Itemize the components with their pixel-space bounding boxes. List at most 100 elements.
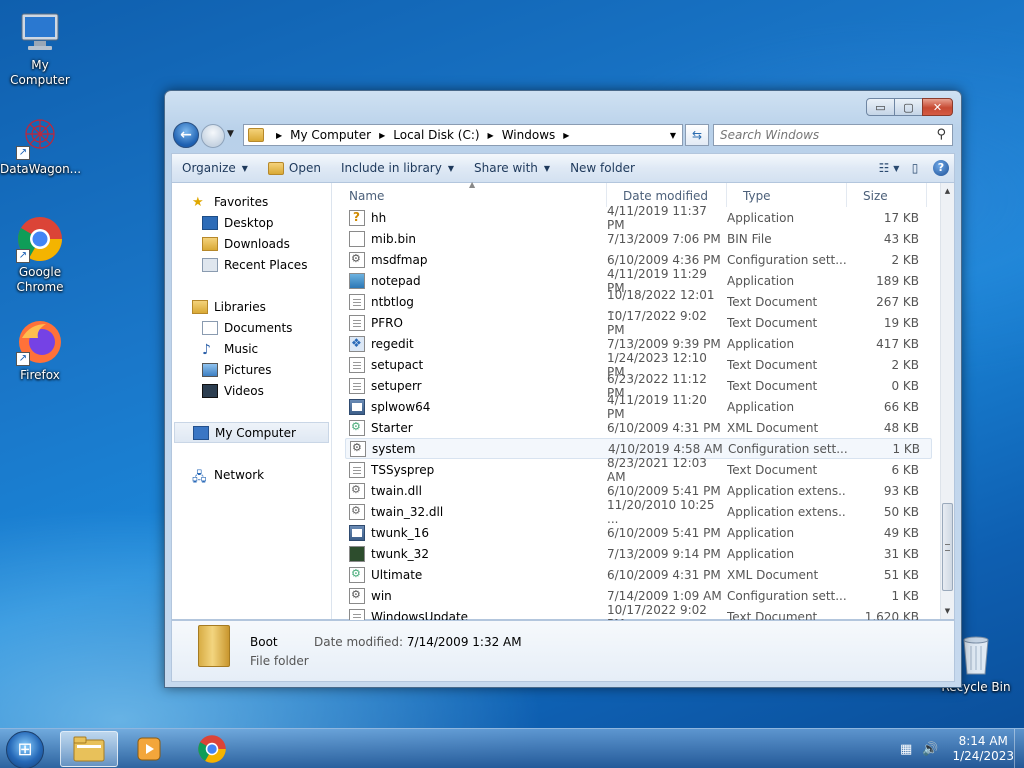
file-name-cell: notepad: [349, 272, 607, 289]
maximize-button[interactable]: ▢: [894, 98, 923, 116]
file-date: 4/10/2019 4:58 AM: [608, 441, 723, 456]
details-item-type: File folder: [250, 654, 309, 668]
file-row[interactable]: mib.bin 7/13/2009 7:06 PM BIN File 43 KB: [349, 228, 932, 249]
search-icon[interactable]: ⚲: [936, 127, 946, 142]
chrome-icon: ↗: [16, 215, 64, 263]
breadcrumb-local-disk[interactable]: Local Disk (C:): [393, 128, 479, 142]
desktop-icon-my-computer[interactable]: My Computer: [0, 8, 80, 88]
file-row[interactable]: Ultimate 6/10/2009 4:31 PM XML Document 51 …: [349, 564, 932, 585]
breadcrumb-windows[interactable]: Windows: [502, 128, 556, 142]
file-row[interactable]: TSSysprep 8/23/2021 12:03 AM Text Document…: [349, 456, 932, 484]
file-dll-icon: [349, 503, 365, 520]
desktop-icon-datawagon[interactable]: ↗ DataWagon...: [0, 112, 81, 177]
refresh-button[interactable]: ⇆: [685, 124, 709, 146]
open-button[interactable]: Open: [258, 154, 331, 182]
nav-recent-places[interactable]: Recent Places: [172, 254, 331, 275]
vertical-scrollbar[interactable]: ▲ ▼: [940, 183, 954, 619]
close-button[interactable]: ✕: [922, 98, 953, 116]
minimize-button[interactable]: ▭: [866, 98, 895, 116]
scroll-down-button[interactable]: ▼: [941, 603, 954, 619]
help-button[interactable]: ?: [928, 157, 954, 179]
file-name-cell: PFRO: [349, 314, 607, 331]
clock-time: 8:14 AM: [958, 734, 1008, 748]
file-name: TSSysprep: [371, 462, 435, 477]
file-name: msdfmap: [371, 252, 428, 267]
address-bar[interactable]: ▶ My Computer ▶ Local Disk (C:) ▶ Window…: [243, 124, 683, 146]
file-row[interactable]: twunk_16 6/10/2009 5:41 PM Application 49 K…: [349, 522, 932, 543]
network-status-icon[interactable]: ▦: [900, 742, 912, 757]
desktop-icon-chrome[interactable]: ↗ Google Chrome: [0, 215, 80, 295]
file-date: 7/13/2009 9:14 PM: [607, 546, 721, 561]
nav-libraries[interactable]: Libraries: [172, 296, 331, 317]
search-box[interactable]: ⚲: [713, 124, 953, 146]
show-desktop-button[interactable]: [1014, 729, 1024, 768]
file-type: Application: [727, 273, 795, 288]
column-header-size[interactable]: Size: [847, 183, 927, 207]
nav-favorites[interactable]: ★ Favorites: [172, 191, 331, 212]
scrollbar-thumb[interactable]: [942, 503, 953, 591]
nav-music[interactable]: ♪ Music: [172, 338, 331, 359]
scroll-up-button[interactable]: ▲: [941, 183, 954, 199]
nav-pictures[interactable]: Pictures: [172, 359, 331, 380]
nav-label: Music: [224, 341, 259, 356]
new-folder-button[interactable]: New folder: [560, 154, 645, 182]
network-icon: 🖧: [192, 469, 207, 485]
desktop-icon-firefox[interactable]: ↗ Firefox: [0, 318, 80, 383]
desktop-icon-label: Firefox: [20, 368, 60, 382]
preview-pane-button[interactable]: ▯: [902, 157, 928, 179]
column-header-type[interactable]: Type: [727, 183, 847, 207]
file-size: 189 KB: [876, 273, 919, 288]
organize-label: Organize: [182, 161, 236, 175]
chevron-right-icon[interactable]: ▶: [563, 131, 569, 140]
search-input[interactable]: [714, 125, 924, 145]
file-size: 17 KB: [883, 210, 919, 225]
share-with-button[interactable]: Share with ▼: [464, 154, 560, 182]
file-name-cell: twain_32.dll: [349, 503, 607, 520]
file-row[interactable]: splwow64 4/11/2019 11:20 PM Application 66 …: [349, 393, 932, 421]
forward-button[interactable]: [201, 124, 225, 148]
computer-icon: [193, 425, 209, 440]
nav-videos[interactable]: Videos: [172, 380, 331, 401]
chevron-right-icon[interactable]: ▶: [379, 131, 385, 140]
taskbar-explorer-button[interactable]: [60, 731, 118, 767]
chevron-right-icon[interactable]: ▶: [488, 131, 494, 140]
file-dll-icon: [349, 482, 365, 499]
nav-desktop[interactable]: Desktop: [172, 212, 331, 233]
toolbar-right-group: ☷ ▼ ▯ ?: [876, 157, 954, 179]
include-in-library-button[interactable]: Include in library ▼: [331, 154, 464, 182]
breadcrumb-my-computer[interactable]: My Computer: [290, 128, 371, 142]
recent-places-icon: [202, 257, 218, 272]
file-name: setuperr: [371, 378, 422, 393]
file-type: XML Document: [727, 567, 819, 582]
file-type: Text Document: [727, 315, 818, 330]
start-button[interactable]: ⊞: [6, 731, 44, 768]
details-modified-value: 7/14/2009 1:32 AM: [406, 635, 522, 649]
pictures-icon: [202, 362, 218, 377]
chevron-right-icon[interactable]: ▶: [276, 131, 282, 140]
music-icon: ♪: [202, 341, 211, 358]
nav-network[interactable]: 🖧 Network: [172, 464, 331, 485]
nav-downloads[interactable]: Downloads: [172, 233, 331, 254]
file-size: 31 KB: [883, 546, 919, 561]
nav-my-computer[interactable]: My Computer: [174, 422, 329, 443]
taskbar-chrome-button[interactable]: [183, 731, 241, 767]
back-button[interactable]: ←: [173, 122, 199, 148]
recent-pages-dropdown[interactable]: ▼: [227, 129, 234, 139]
file-row[interactable]: PFRO 10/17/2022 9:02 PM Text Document 19 KB: [349, 309, 932, 337]
address-dropdown-icon[interactable]: ▼: [670, 131, 676, 140]
file-row[interactable]: twain_32.dll 11/20/2010 10:25 ... Applicat…: [349, 498, 932, 526]
computer-icon: [16, 8, 64, 56]
file-row[interactable]: hh 4/11/2019 11:37 PM Application 17 KB: [349, 204, 932, 232]
clock[interactable]: 8:14 AM 1/24/2023: [952, 734, 1014, 764]
view-options-button[interactable]: ☷ ▼: [876, 157, 902, 179]
file-name-cell: ntbtlog: [349, 293, 607, 310]
file-row[interactable]: twunk_32 7/13/2009 9:14 PM Application 31 K…: [349, 543, 932, 564]
file-row[interactable]: Starter 6/10/2009 4:31 PM XML Document 48 K…: [349, 417, 932, 438]
volume-icon[interactable]: 🔊: [922, 742, 938, 757]
system-tray: ▦ 🔊 8:14 AM 1/24/2023: [900, 731, 1014, 767]
file-type: Configuration sett...: [727, 588, 847, 603]
file-size: 49 KB: [883, 525, 919, 540]
taskbar-media-player-button[interactable]: [120, 731, 178, 767]
nav-documents[interactable]: Documents: [172, 317, 331, 338]
organize-button[interactable]: Organize ▼: [172, 154, 258, 182]
